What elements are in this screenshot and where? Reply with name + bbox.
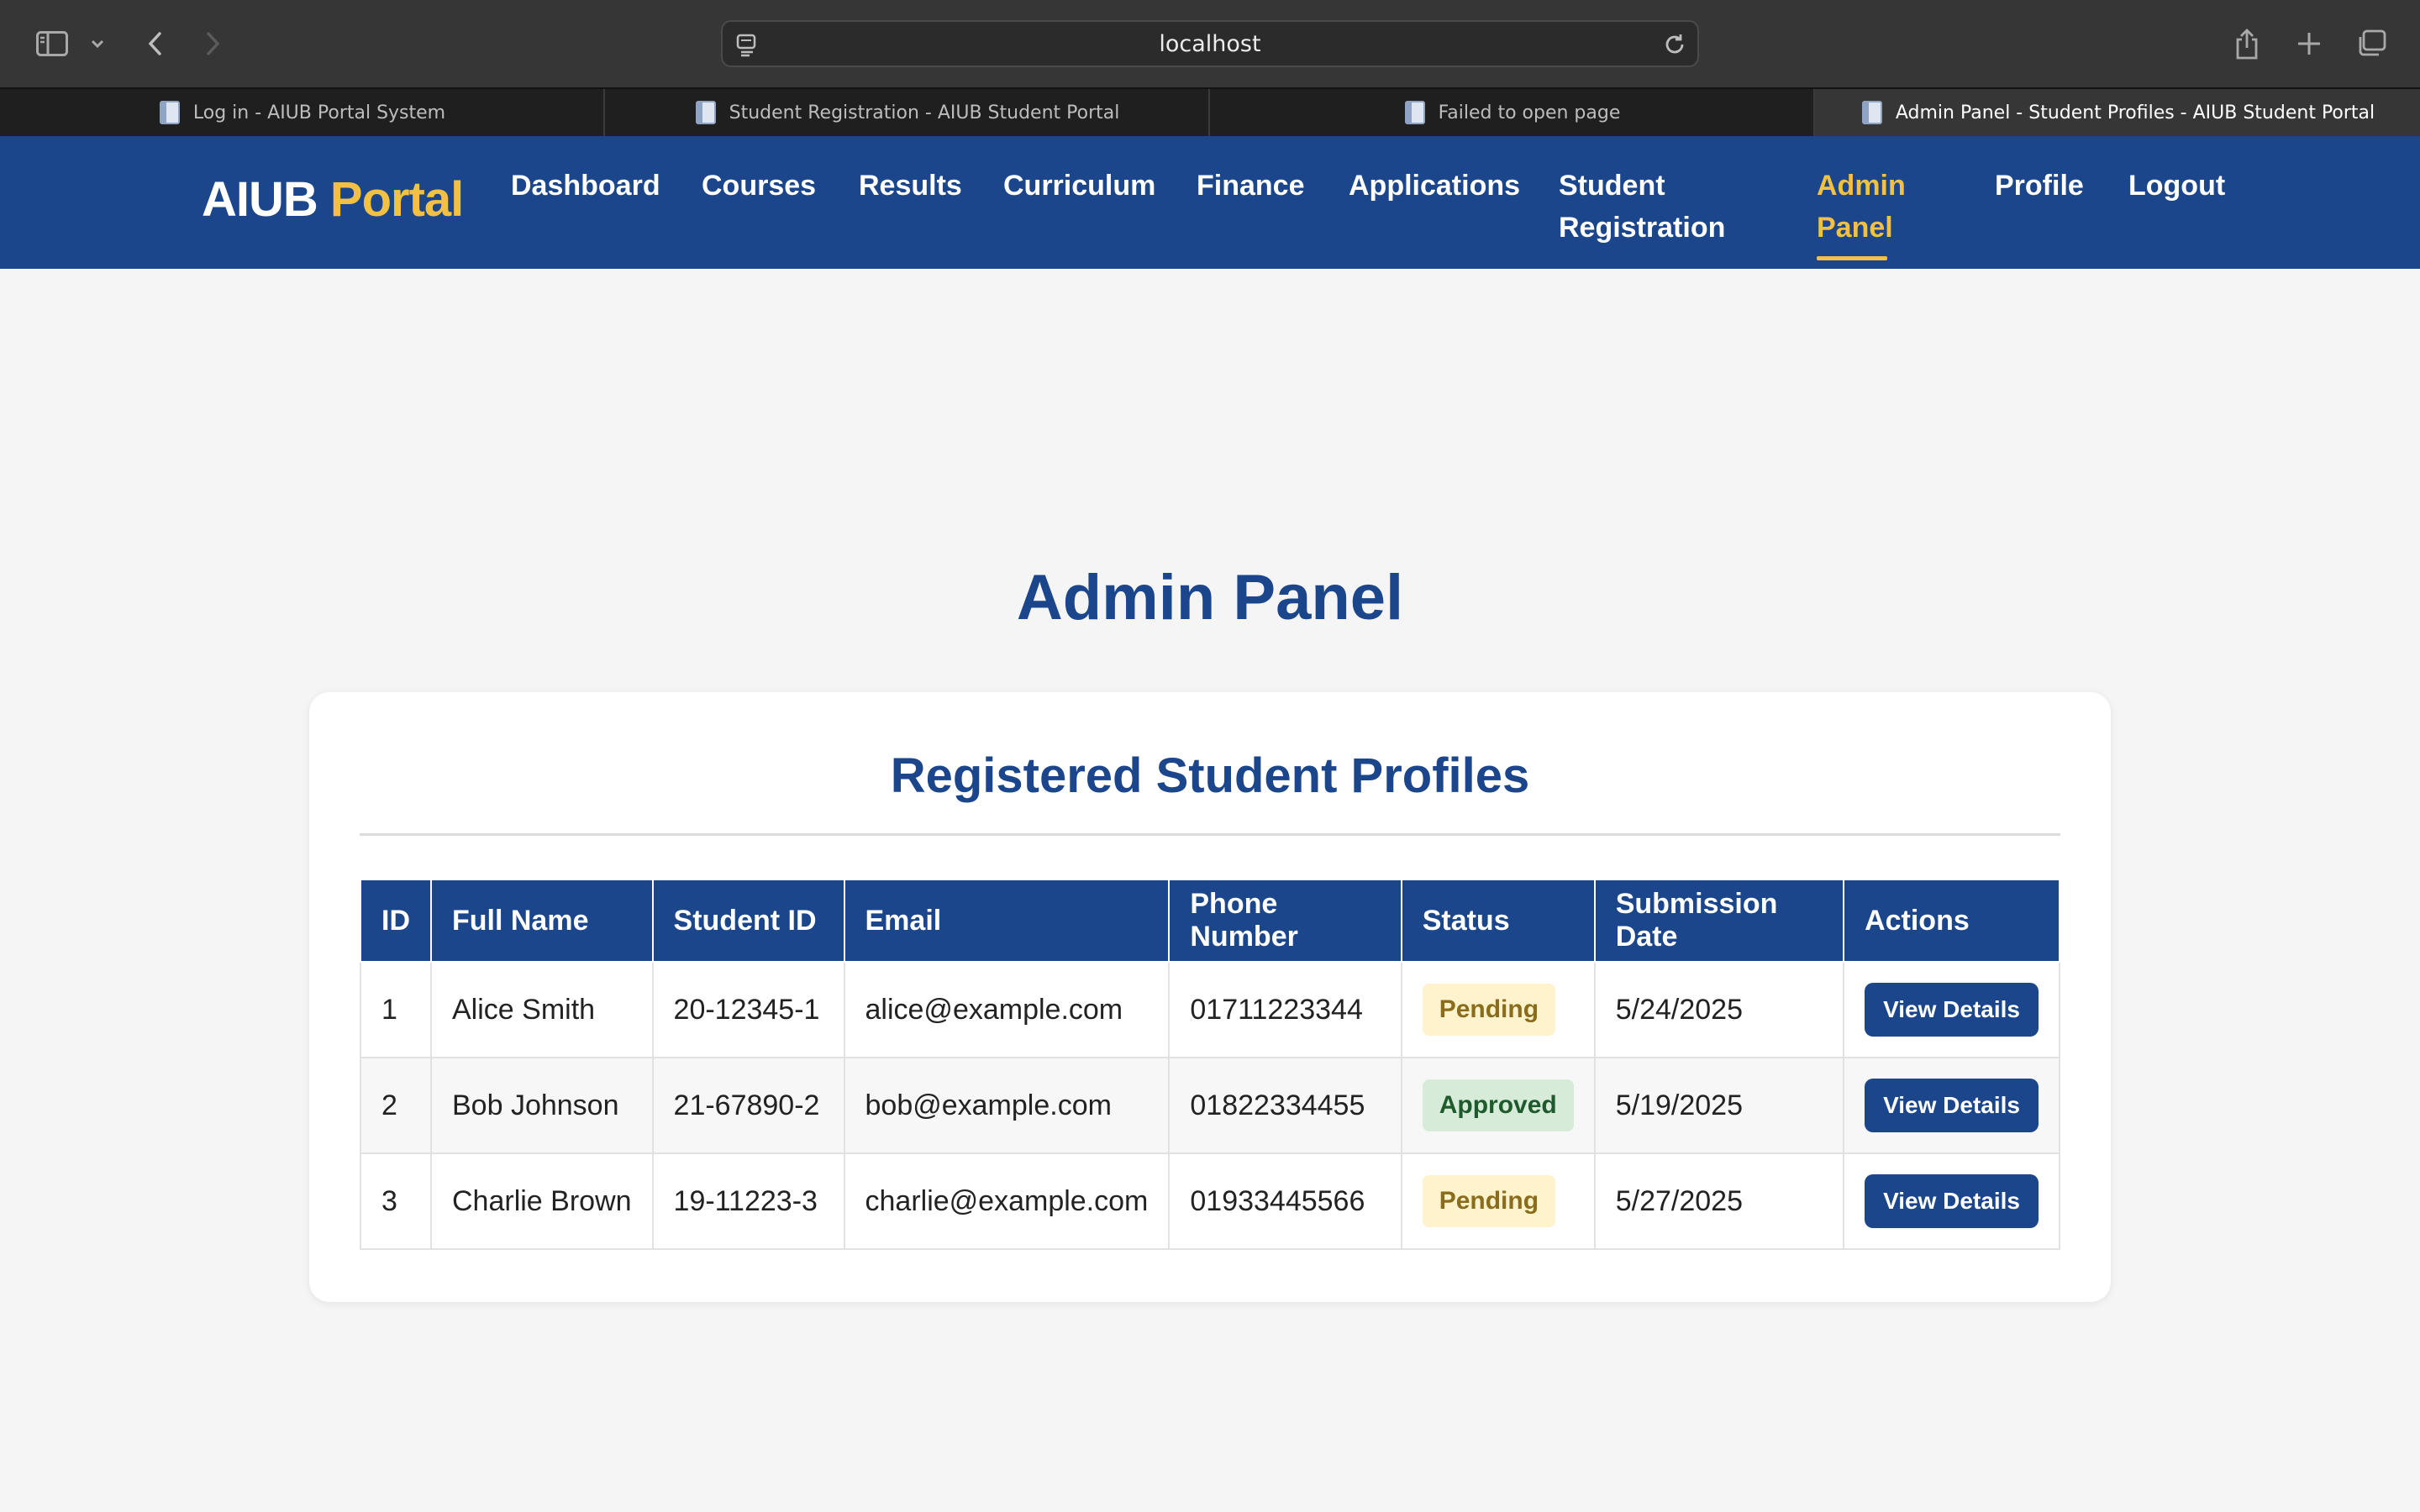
address-bar[interactable]: localhost <box>721 20 1699 67</box>
cell-submission-date: 5/27/2025 <box>1593 1152 1845 1250</box>
cell-phone: 01822334455 <box>1168 1057 1402 1154</box>
nav-applications[interactable]: Applications <box>1349 165 1520 207</box>
divider <box>360 833 2060 836</box>
cell-email: bob@example.com <box>843 1057 1171 1154</box>
tab-title: Failed to open page <box>1438 102 1621 123</box>
nav-curriculum[interactable]: Curriculum <box>1003 165 1155 207</box>
cell-id: 3 <box>360 1152 432 1250</box>
student-profiles-table: ID Full Name Student ID Email Phone Numb… <box>360 879 2060 1250</box>
nav-student-registration[interactable]: Student Registration <box>1559 165 1744 249</box>
sidebar-icon[interactable] <box>34 25 71 62</box>
nav-admin-panel[interactable]: Admin Panel <box>1817 165 1918 260</box>
browser-tab[interactable]: Log in - AIUB Portal System <box>0 89 605 136</box>
student-profiles-card: Registered Student Profiles ID Full Name… <box>309 692 2111 1302</box>
table-row: 1 Alice Smith 20-12345-1 alice@example.c… <box>360 961 2060 1058</box>
share-icon[interactable] <box>2230 24 2264 64</box>
page-icon <box>1861 101 1882 124</box>
brand-logo[interactable]: AIUB Portal <box>202 171 464 228</box>
tab-title: Admin Panel - Student Profiles - AIUB St… <box>1895 102 2375 123</box>
status-badge: Pending <box>1422 1175 1556 1227</box>
site-navbar: AIUB Portal Dashboard Courses Results Cu… <box>0 136 2420 269</box>
card-title: Registered Student Profiles <box>890 748 1530 803</box>
cell-full-name: Charlie Brown <box>430 1152 654 1250</box>
table-header-row: ID Full Name Student ID Email Phone Numb… <box>360 879 2060 963</box>
cell-actions: View Details <box>1843 1057 2060 1154</box>
column-header[interactable]: Submission Date <box>1593 879 1845 963</box>
view-details-button[interactable]: View Details <box>1865 983 2039 1037</box>
browser-tab[interactable]: Failed to open page <box>1210 89 1815 136</box>
cell-submission-date: 5/24/2025 <box>1593 961 1845 1058</box>
cell-email: alice@example.com <box>843 961 1171 1058</box>
status-badge: Pending <box>1422 984 1556 1036</box>
cell-status: Approved <box>1400 1057 1596 1154</box>
cell-status: Pending <box>1400 1152 1596 1250</box>
table-row: 3 Charlie Brown 19-11223-3 charlie@examp… <box>360 1152 2060 1250</box>
brand-primary: AIUB <box>202 172 318 227</box>
column-header[interactable]: Status <box>1400 879 1596 963</box>
page-icon <box>695 101 716 124</box>
cell-id: 1 <box>360 961 432 1058</box>
cell-email: charlie@example.com <box>843 1152 1171 1250</box>
nav-dashboard[interactable]: Dashboard <box>511 165 660 207</box>
cell-student-id: 20-12345-1 <box>651 961 845 1058</box>
column-header[interactable]: ID <box>360 879 432 963</box>
cell-submission-date: 5/19/2025 <box>1593 1057 1845 1154</box>
cell-full-name: Alice Smith <box>430 961 654 1058</box>
brand-accent: Portal <box>329 172 464 227</box>
browser-tab[interactable]: Student Registration - AIUB Student Port… <box>605 89 1210 136</box>
column-header[interactable]: Student ID <box>651 879 845 963</box>
tab-overview-icon[interactable] <box>2353 25 2390 62</box>
cell-student-id: 21-67890-2 <box>651 1057 845 1154</box>
cell-actions: View Details <box>1843 961 2060 1058</box>
page-icon <box>159 101 180 124</box>
page-title: Admin Panel <box>1016 562 1404 633</box>
column-header[interactable]: Email <box>843 879 1171 963</box>
back-icon[interactable] <box>139 25 170 62</box>
column-header[interactable]: Phone Number <box>1168 879 1402 963</box>
cell-actions: View Details <box>1843 1152 2060 1250</box>
cell-id: 2 <box>360 1057 432 1154</box>
nav-results[interactable]: Results <box>859 165 962 207</box>
nav-courses[interactable]: Courses <box>702 165 816 207</box>
nav-logout[interactable]: Logout <box>2128 165 2225 207</box>
nav-admin-panel-label: Admin Panel <box>1817 170 1906 244</box>
active-underline <box>1817 256 1887 260</box>
nav-profile[interactable]: Profile <box>1995 165 2084 207</box>
browser-tab-active[interactable]: Admin Panel - Student Profiles - AIUB St… <box>1815 89 2420 136</box>
table-row: 2 Bob Johnson 21-67890-2 bob@example.com… <box>360 1057 2060 1154</box>
cell-full-name: Bob Johnson <box>430 1057 654 1154</box>
forward-icon[interactable] <box>198 25 229 62</box>
status-badge: Approved <box>1422 1079 1574 1131</box>
column-header: Actions <box>1843 879 2060 963</box>
tab-title: Student Registration - AIUB Student Port… <box>729 102 1120 123</box>
page-icon <box>1404 101 1425 124</box>
chevron-down-icon[interactable] <box>87 32 108 55</box>
cell-phone: 01711223344 <box>1168 961 1402 1058</box>
browser-toolbar: localhost <box>0 0 2420 87</box>
cell-phone: 01933445566 <box>1168 1152 1402 1250</box>
column-header[interactable]: Full Name <box>430 879 654 963</box>
tab-strip: Log in - AIUB Portal System Student Regi… <box>0 87 2420 136</box>
url-text: localhost <box>1159 30 1261 57</box>
new-tab-icon[interactable] <box>2291 25 2328 62</box>
view-details-button[interactable]: View Details <box>1865 1174 2039 1228</box>
reload-icon[interactable] <box>1662 32 1687 61</box>
cell-status: Pending <box>1400 961 1596 1058</box>
view-details-button[interactable]: View Details <box>1865 1079 2039 1132</box>
tab-title: Log in - AIUB Portal System <box>192 102 446 123</box>
nav-finance[interactable]: Finance <box>1197 165 1304 207</box>
cell-student-id: 19-11223-3 <box>651 1152 845 1250</box>
